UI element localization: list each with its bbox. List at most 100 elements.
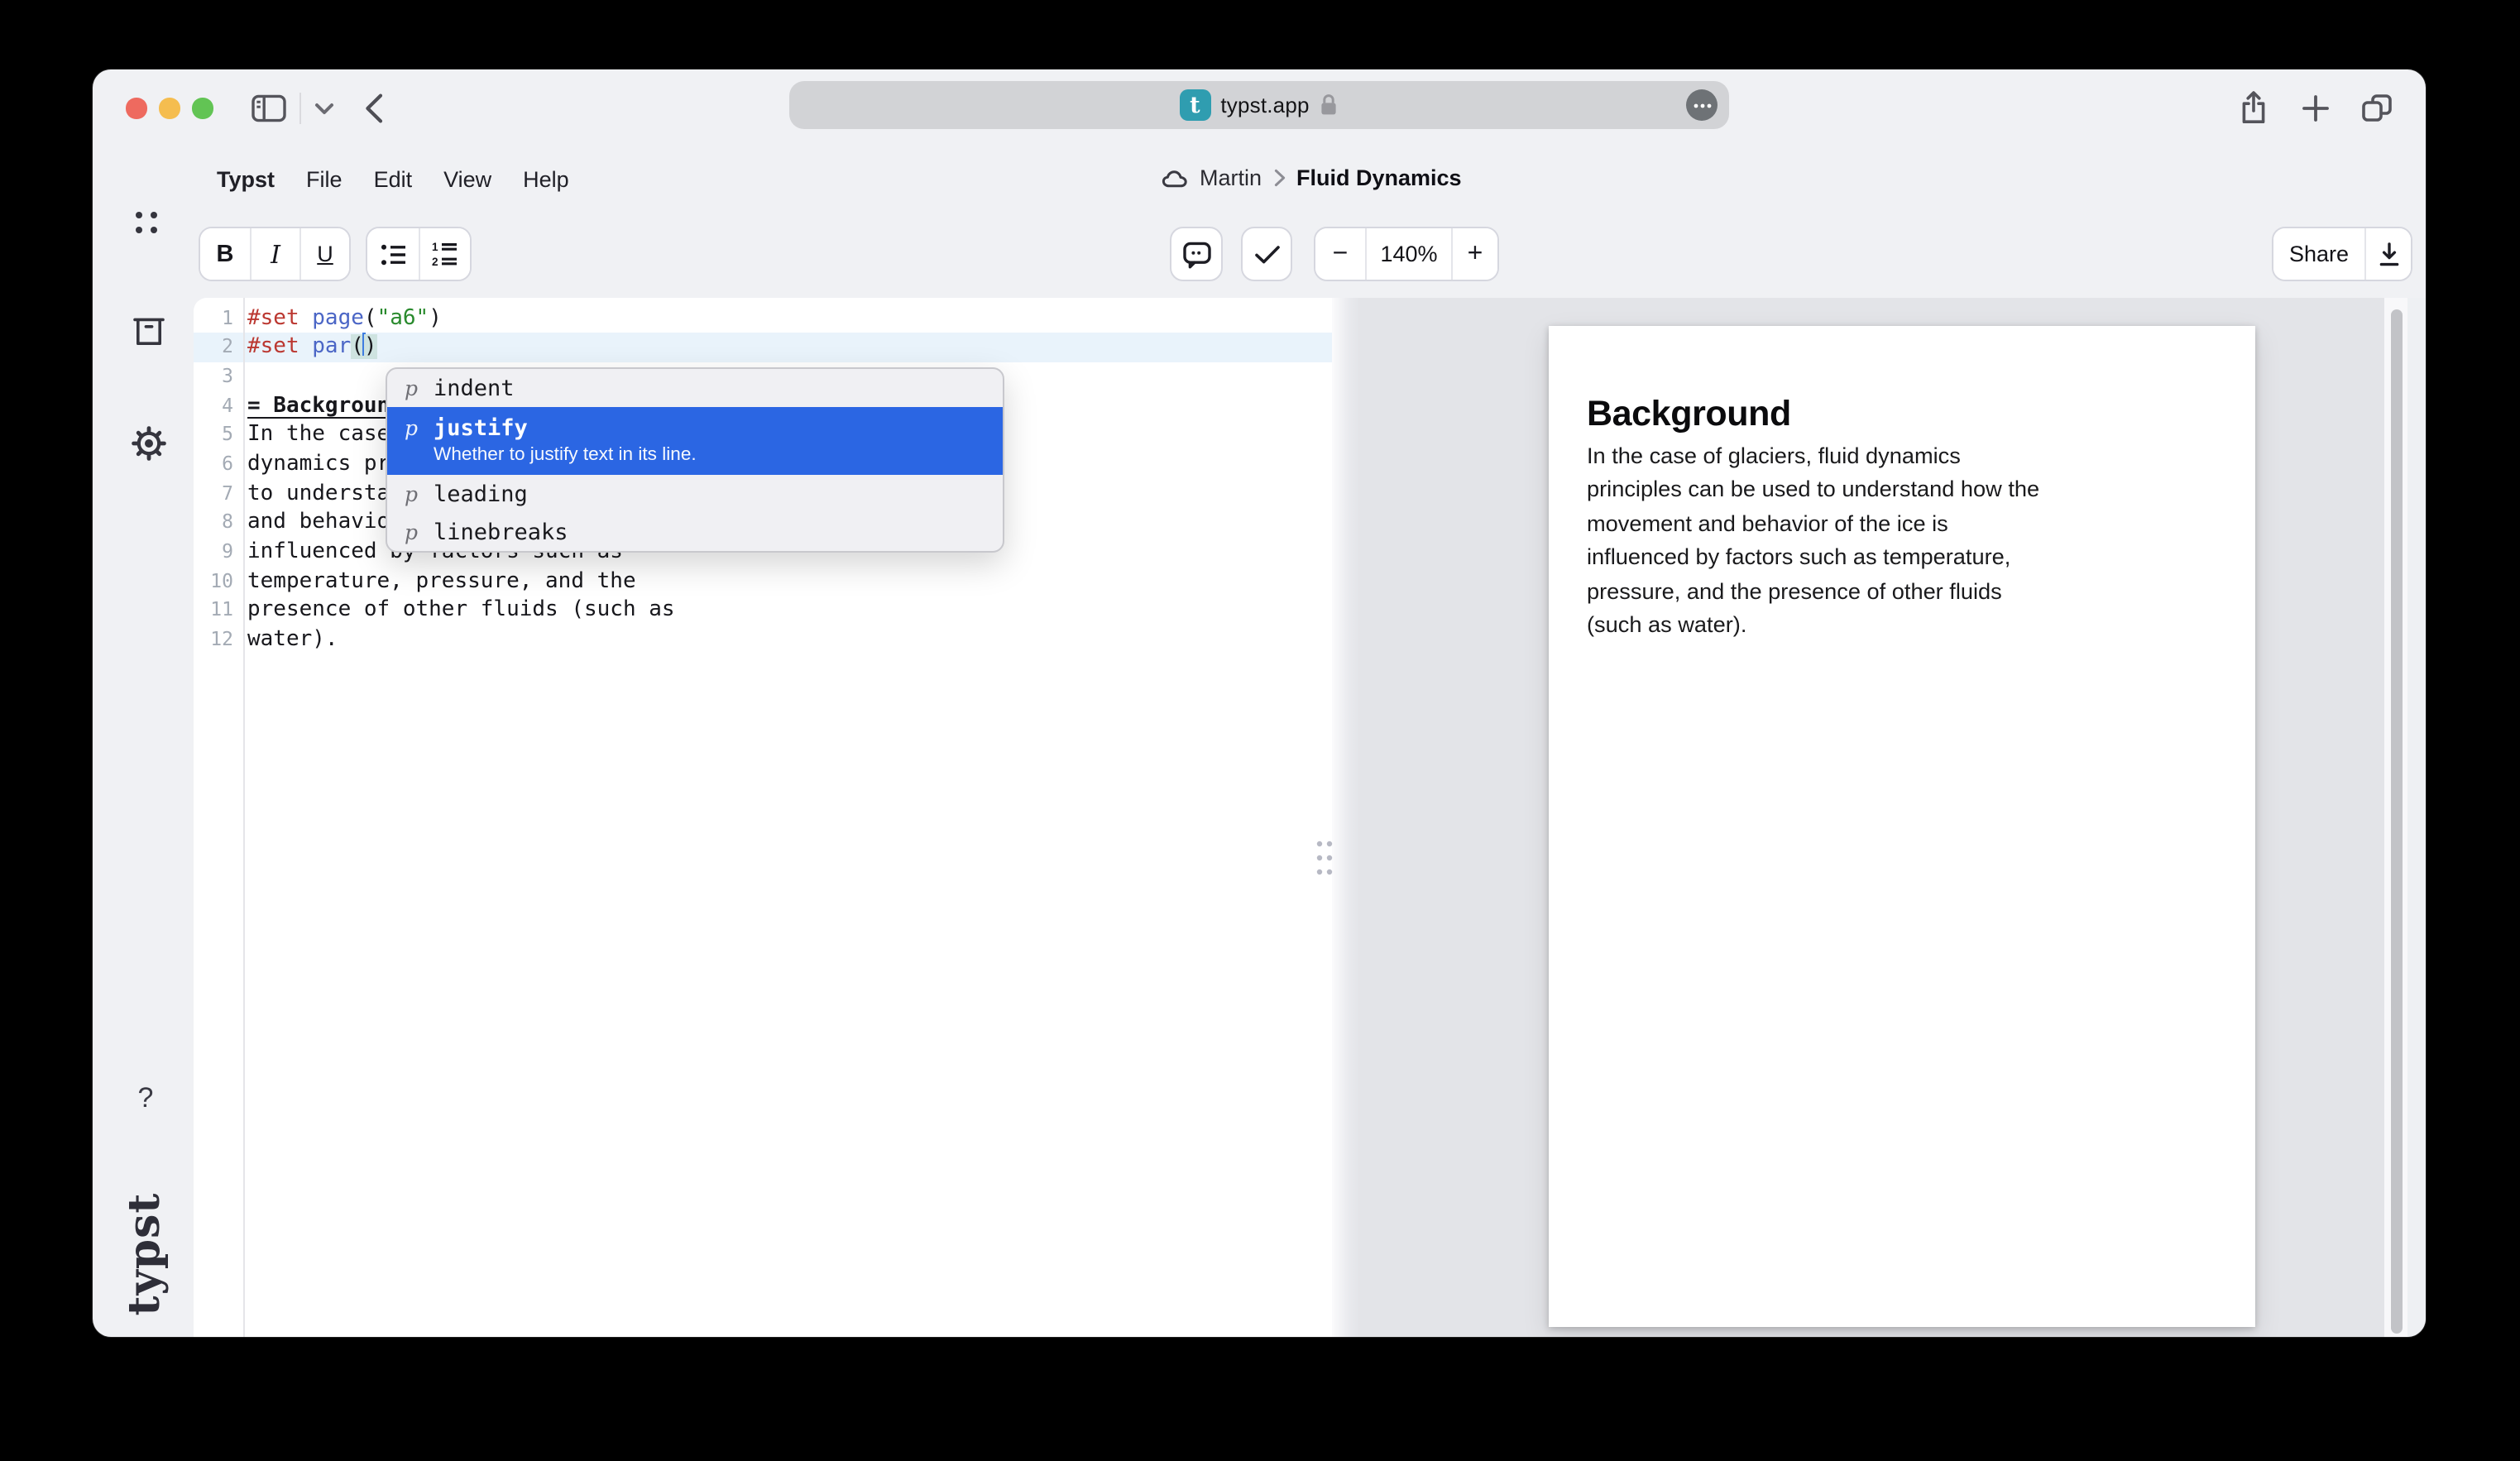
code-line-1[interactable]: 1#set page("a6") [194, 304, 1332, 333]
line-number: 1 [194, 304, 233, 333]
menu-help[interactable]: Help [523, 167, 569, 192]
document-heading: Background [1587, 393, 1791, 434]
download-button[interactable] [2364, 228, 2411, 280]
line-number: 11 [194, 596, 233, 625]
numbered-list-icon: 1 2 [432, 242, 458, 266]
autocomplete-item-indent[interactable]: pindent [387, 369, 1003, 407]
autocomplete-description: Whether to justify text in its line. [434, 445, 697, 467]
help-button[interactable]: ? [132, 1082, 159, 1115]
menu-view[interactable]: View [443, 167, 491, 192]
svg-text:1: 1 [432, 242, 438, 253]
close-window-button[interactable] [126, 98, 146, 118]
breadcrumb-document-title[interactable]: Fluid Dynamics [1296, 165, 1462, 190]
breadcrumb-project[interactable]: Martin [1200, 165, 1262, 190]
code-text: presence of other fluids (such as [233, 596, 675, 625]
page-settings-button[interactable] [1686, 89, 1718, 121]
pane-resize-handle[interactable] [1314, 839, 1335, 879]
autocomplete-label: indent [434, 373, 515, 403]
underline-button[interactable]: U [299, 228, 349, 280]
autocomplete-item-leading[interactable]: pleading [387, 475, 1003, 513]
line-number: 2 [194, 333, 233, 362]
preview-edge-strip [2407, 298, 2426, 1337]
chevron-right-icon [1273, 169, 1285, 187]
preview-scrollbar-thumb[interactable] [2390, 309, 2402, 1334]
template-box-icon[interactable] [132, 316, 165, 347]
autocomplete-label: justify [434, 413, 697, 443]
document-text-line: In the case of glaciers, fluid dynamics [1587, 439, 2039, 473]
app-menu-bar: Typst File Edit View Help [217, 167, 569, 192]
back-icon[interactable] [364, 93, 384, 124]
menu-file[interactable]: File [306, 167, 343, 192]
typst-wordmark: typst [121, 1193, 170, 1316]
autocomplete-label: linebreaks [434, 517, 568, 547]
zoom-in-button[interactable]: + [1451, 228, 1497, 280]
bold-button[interactable]: B [200, 228, 250, 280]
download-icon [2375, 241, 2402, 267]
checkmark-icon [1253, 244, 1280, 264]
code-text: water). [233, 625, 338, 654]
chevron-down-icon[interactable] [314, 103, 334, 116]
fullscreen-window-button[interactable] [192, 98, 213, 118]
document-text-line: movement and behavior of the ice is [1587, 507, 2039, 541]
compile-status-button[interactable] [1241, 227, 1292, 281]
line-number: 4 [194, 391, 233, 420]
tab-overview-icon[interactable] [2361, 94, 2393, 122]
url-text: typst.app [1220, 93, 1309, 117]
zoom-level[interactable]: 140% [1365, 228, 1451, 280]
list-format-group: 1 2 [366, 227, 472, 281]
code-text: temperature, pressure, and the [233, 567, 636, 596]
preview-pane: Background In the case of glaciers, flui… [1360, 298, 2384, 1337]
browser-titlebar: t typst.app [93, 69, 2426, 149]
code-line-12[interactable]: 12water). [194, 625, 1332, 654]
preview-page: Background In the case of glaciers, flui… [1549, 325, 2255, 1326]
menu-edit[interactable]: Edit [374, 167, 413, 192]
line-number: 3 [194, 362, 233, 391]
parameter-icon: p [404, 413, 419, 443]
document-text-line: principles can be used to understand how… [1587, 473, 2039, 507]
address-bar[interactable]: t typst.app [789, 81, 1729, 129]
screen: t typst.app [0, 0, 2520, 1461]
comments-button[interactable] [1170, 227, 1223, 281]
code-text: = Background [233, 391, 403, 420]
code-text: #set par() [233, 333, 377, 362]
document-text-line: (such as water). [1587, 609, 2039, 643]
share-group: Share [2272, 227, 2412, 281]
code-line-11[interactable]: 11presence of other fluids (such as [194, 596, 1332, 625]
minimize-window-button[interactable] [159, 98, 180, 118]
typst-logo[interactable]: typst [93, 1214, 205, 1294]
line-number: 12 [194, 625, 233, 654]
document-paragraph: In the case of glaciers, fluid dynamicsp… [1587, 439, 2039, 643]
document-text-line: pressure, and the presence of other flui… [1587, 575, 2039, 609]
code-line-2[interactable]: 2#set par() [194, 333, 1332, 362]
numbered-list-button[interactable]: 1 2 [419, 228, 470, 280]
share-button[interactable]: Share [2273, 228, 2364, 280]
document-text-line: influenced by factors such as temperatur… [1587, 541, 2039, 575]
line-number: 8 [194, 509, 233, 538]
gutter-separator [242, 298, 244, 1337]
autocomplete-item-linebreaks[interactable]: plinebreaks [387, 513, 1003, 551]
code-text: #set page("a6") [233, 304, 442, 333]
line-number: 10 [194, 567, 233, 596]
breadcrumb[interactable]: Martin Fluid Dynamics [1162, 165, 1462, 190]
text-format-group: B I U [199, 227, 351, 281]
menu-typst[interactable]: Typst [217, 167, 275, 192]
code-line-10[interactable]: 10temperature, pressure, and the [194, 567, 1332, 596]
line-number: 6 [194, 450, 233, 479]
typst-favicon: t [1179, 89, 1210, 121]
autocomplete-item-justify[interactable]: p justifyWhether to justify text in its l… [387, 407, 1003, 475]
bullet-list-button[interactable] [367, 228, 419, 280]
files-grid-icon[interactable] [132, 208, 160, 237]
parameter-icon: p [404, 479, 419, 509]
lock-icon [1320, 93, 1339, 117]
italic-button[interactable]: I [250, 228, 299, 280]
cloud-icon [1162, 168, 1188, 188]
comment-bubble-icon [1181, 239, 1212, 269]
code-text [233, 362, 247, 391]
settings-gear-icon[interactable] [131, 425, 167, 462]
zoom-out-button[interactable]: − [1315, 228, 1365, 280]
toolbar-divider [299, 93, 301, 124]
new-tab-icon[interactable] [2302, 94, 2330, 122]
pane-divider [1332, 298, 1360, 1337]
sidebar-toggle-icon[interactable] [252, 94, 286, 122]
share-page-icon[interactable] [2239, 89, 2268, 126]
